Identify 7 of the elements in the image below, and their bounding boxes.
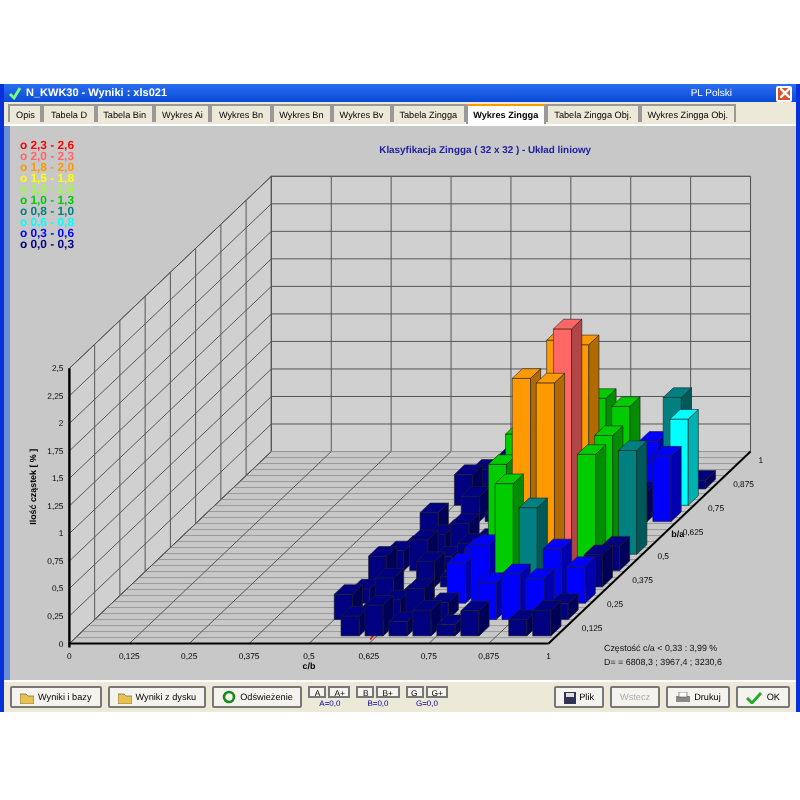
folder-icon xyxy=(20,691,34,703)
folder-icon xyxy=(117,691,132,703)
printer-icon xyxy=(676,691,691,703)
app-icon xyxy=(8,86,22,100)
close-icon xyxy=(779,88,789,98)
checkmark-icon xyxy=(746,691,763,703)
close-button[interactable] xyxy=(776,85,792,101)
